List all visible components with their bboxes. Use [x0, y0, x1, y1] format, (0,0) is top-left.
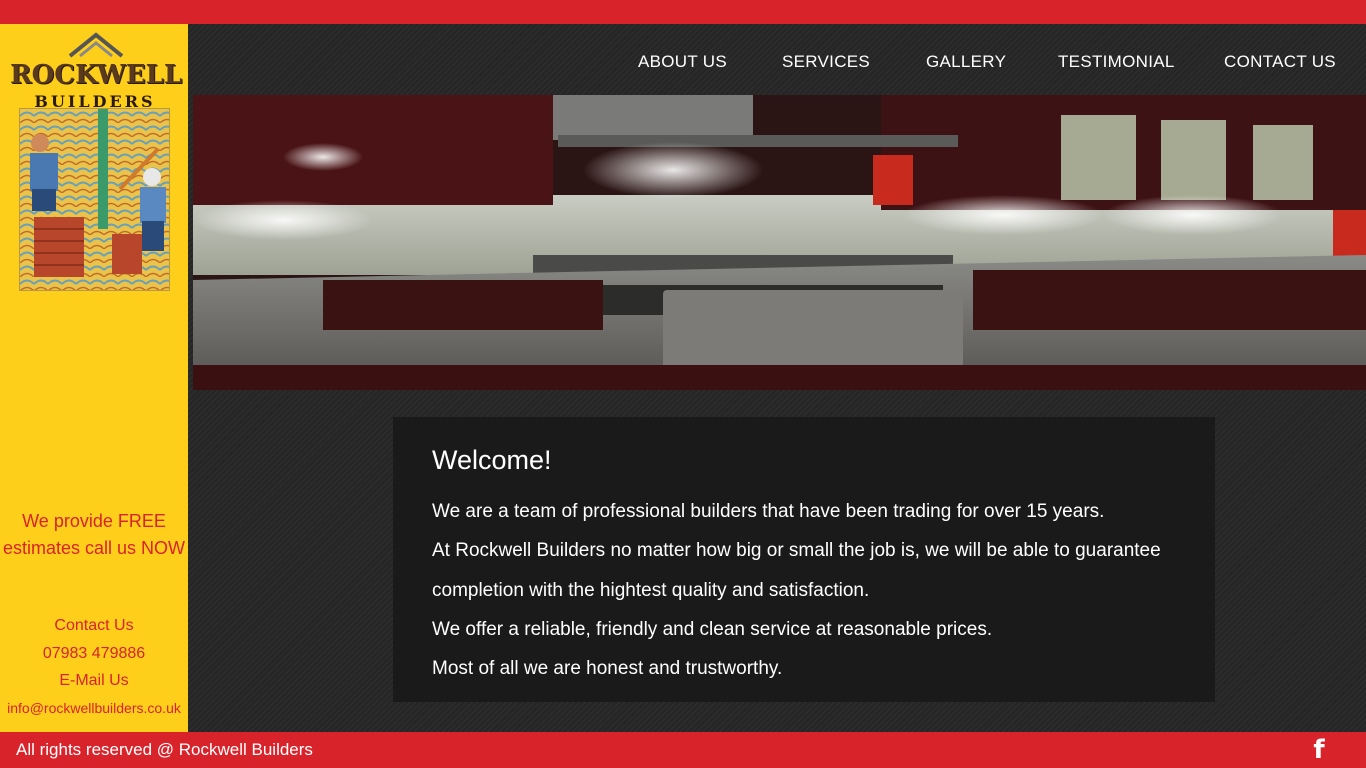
contact-block: Contact Us 07983 479886 E-Mail Us info@r…: [0, 612, 188, 722]
facebook-icon[interactable]: f: [1309, 735, 1329, 765]
welcome-line: We offer a reliable, friendly and clean …: [432, 618, 993, 640]
welcome-line: At Rockwell Builders no matter how big o…: [432, 540, 1161, 562]
welcome-line: completion with the hightest quality and…: [432, 579, 870, 601]
main-nav: ABOUT US SERVICES GALLERY TESTIMONIAL CO…: [188, 24, 1366, 95]
nav-gallery[interactable]: GALLERY: [926, 52, 1006, 72]
email-link[interactable]: info@rockwellbuilders.co.uk: [0, 695, 188, 723]
promo-line-1: We provide FREE: [22, 511, 166, 531]
welcome-title: Welcome!: [432, 445, 552, 475]
contact-heading: Contact Us: [54, 617, 134, 634]
sidebar: ROCKWELL BUILDERS We provide FREE estima…: [0, 24, 188, 732]
top-bar: [0, 0, 1366, 24]
hero-kitchen-image: [193, 95, 1366, 390]
nav-services[interactable]: SERVICES: [782, 52, 870, 72]
nav-contact-us[interactable]: CONTACT US: [1224, 52, 1336, 72]
roof-icon: [68, 32, 124, 58]
logo-title: ROCKWELL: [10, 60, 183, 90]
nav-about-us[interactable]: ABOUT US: [638, 52, 727, 72]
builders-illustration: [19, 108, 170, 291]
nav-testimonial[interactable]: TESTIMONIAL: [1058, 52, 1175, 72]
welcome-line: Most of all we are honest and trustworth…: [432, 658, 783, 680]
free-estimate-promo: We provide FREE estimates call us NOW: [0, 508, 188, 562]
welcome-line: We are a team of professional builders t…: [432, 501, 1105, 522]
email-label: E-Mail Us: [59, 672, 129, 689]
welcome-text: We are a team of professional builders t…: [432, 492, 1202, 688]
phone-number[interactable]: 07983 479886: [0, 640, 188, 668]
promo-line-2: estimates call us NOW: [2, 538, 186, 558]
footer: All rights reserved @ Rockwell Builders …: [0, 732, 1366, 768]
copyright-text: All rights reserved @ Rockwell Builders: [16, 740, 313, 759]
welcome-panel: Welcome! We are a team of professional b…: [393, 417, 1215, 702]
